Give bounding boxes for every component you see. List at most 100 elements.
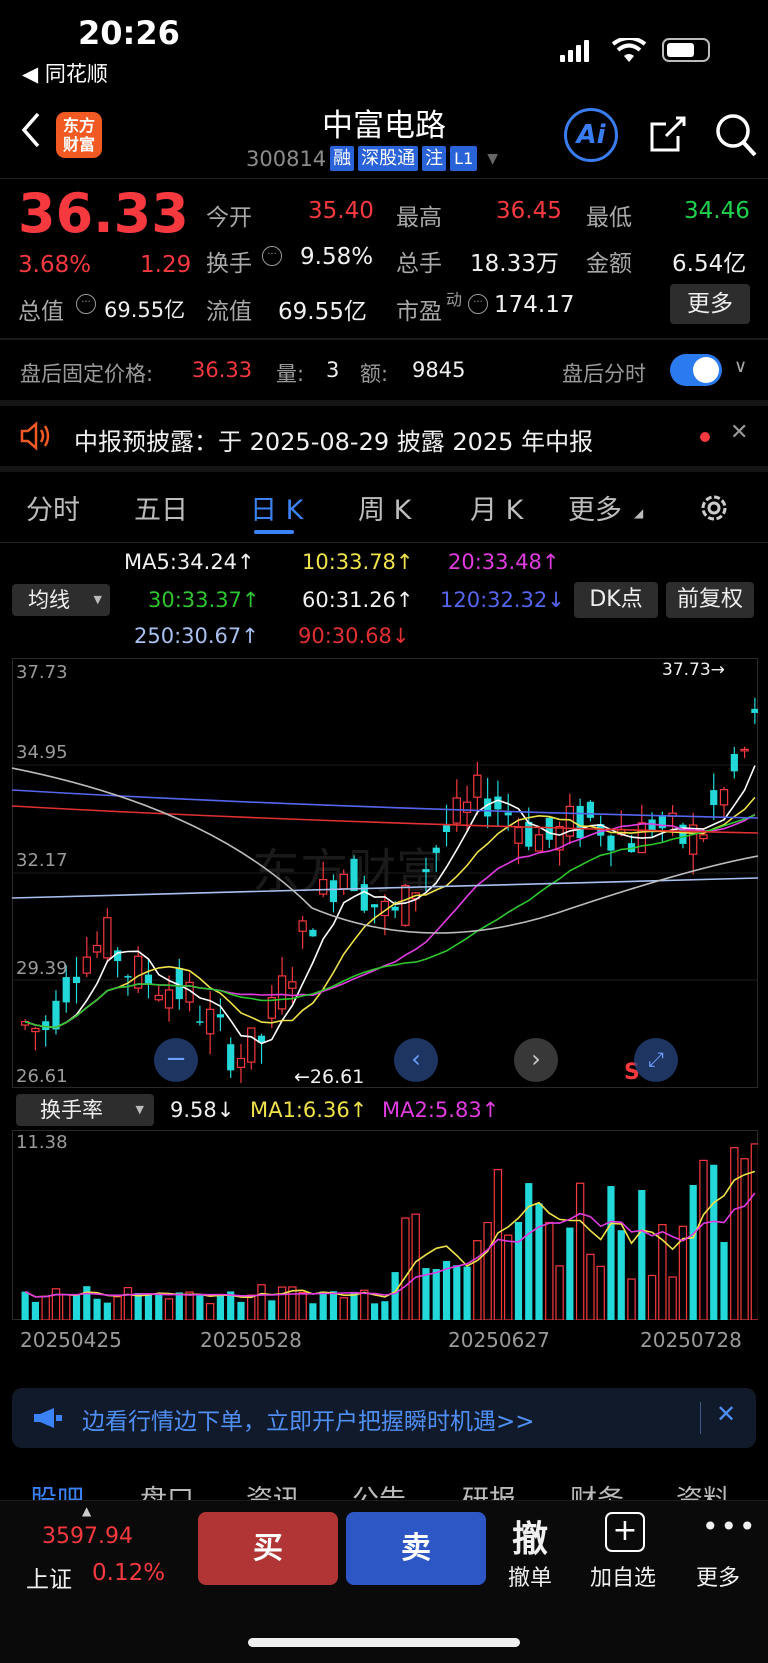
chevron-down-icon[interactable]: ∨ xyxy=(734,356,747,377)
turnover-bar xyxy=(205,1303,215,1320)
stock-code-row: 300814 融 深股通 注 L1 ▼ xyxy=(246,146,498,171)
price-adjust-button[interactable]: 前复权 xyxy=(666,582,754,618)
tag-connect: 深股通 xyxy=(358,146,419,171)
turnover-bar xyxy=(750,1143,758,1320)
candle-body xyxy=(133,955,143,989)
buy-button[interactable]: 买 xyxy=(198,1512,338,1585)
tab-weekly-k[interactable]: 周 K xyxy=(358,488,411,527)
scroll-left-button[interactable]: ‹ xyxy=(394,1038,438,1082)
add-watchlist-label[interactable]: 加自选 xyxy=(590,1560,656,1592)
info-icon[interactable]: ··· xyxy=(262,246,282,266)
turnover-bar xyxy=(473,1240,482,1320)
ma5-value: MA5:34.24↑ xyxy=(124,550,255,574)
banner-text: 边看行情边下单，立即开户把握瞬时机遇>> xyxy=(82,1409,535,1435)
dropdown-arrow-icon[interactable]: ▼ xyxy=(487,151,498,167)
candle-body xyxy=(329,880,338,903)
back-to-app-link[interactable]: ◀ 同花顺 xyxy=(22,58,108,88)
turnover-bar xyxy=(93,1298,101,1320)
turnover-bar xyxy=(391,1272,399,1320)
turnover-bar xyxy=(617,1230,625,1320)
candle-body xyxy=(432,847,440,853)
ma-select-label: 均线 xyxy=(28,588,70,612)
sub-ma2-value: MA2:5.83↑ xyxy=(382,1098,500,1122)
add-watchlist-icon[interactable]: + xyxy=(605,1512,645,1552)
index-value[interactable]: 3597.94 xyxy=(42,1524,133,1549)
ma20-value: 20:33.48↑ xyxy=(448,550,560,574)
ma10-line xyxy=(24,796,756,1029)
ma90-line xyxy=(12,805,758,834)
ai-button[interactable]: Ai xyxy=(564,108,618,162)
after-hours-toggle[interactable] xyxy=(670,354,722,386)
cancel-order-icon[interactable]: 撤 xyxy=(512,1510,548,1562)
candle-body xyxy=(318,878,328,895)
banner-close-icon[interactable]: ✕ xyxy=(716,1400,736,1428)
candle-body xyxy=(309,929,317,937)
index-name[interactable]: 上证 xyxy=(26,1560,72,1594)
zoom-out-button[interactable]: − xyxy=(154,1038,198,1082)
search-icon[interactable] xyxy=(714,112,758,158)
turnover-chart[interactable] xyxy=(12,1130,758,1320)
tab-intraday[interactable]: 分时 xyxy=(26,488,80,527)
ma60-value: 60:31.26↑ xyxy=(302,588,414,612)
low-value: 34.46 xyxy=(684,198,750,224)
sub-indicator-select[interactable]: 换手率 ▼ xyxy=(16,1094,154,1126)
tab-monthly-k[interactable]: 月 K xyxy=(470,488,523,527)
share-icon[interactable] xyxy=(646,114,688,156)
candle-body xyxy=(205,1008,215,1035)
turnover-bar xyxy=(51,1288,61,1320)
tab-profile[interactable]: 资料 xyxy=(676,1478,730,1500)
turnover-bar xyxy=(401,1217,410,1320)
info-icon[interactable]: ··· xyxy=(468,294,488,314)
turnover-bar xyxy=(370,1303,379,1320)
tab-orderbook[interactable]: 盘口 xyxy=(140,1478,194,1500)
tab-research[interactable]: 研报 xyxy=(462,1478,516,1500)
ma10-value: 10:33.78↑ xyxy=(302,550,414,574)
notice-close-icon[interactable]: ✕ xyxy=(730,420,748,445)
candle-body xyxy=(607,835,615,851)
turnover-bar xyxy=(381,1301,389,1320)
speaker-icon xyxy=(20,421,50,451)
scroll-right-button[interactable]: › xyxy=(514,1038,558,1082)
more-quote-button[interactable]: 更多 xyxy=(670,284,750,324)
candle-body xyxy=(164,989,174,1009)
settings-gear-icon[interactable] xyxy=(696,490,732,526)
tab-five-day[interactable]: 五日 xyxy=(134,488,188,527)
open-account-banner[interactable]: 边看行情边下单，立即开户把握瞬时机遇>> ✕ xyxy=(12,1388,756,1448)
kline-chart[interactable]: 东方财富 xyxy=(12,658,758,1088)
tab-announcements[interactable]: 公告 xyxy=(352,1478,406,1500)
more-label[interactable]: 更多 xyxy=(696,1560,740,1592)
candle-body xyxy=(422,869,430,873)
tab-news[interactable]: 资讯 xyxy=(246,1478,300,1500)
megaphone-icon xyxy=(34,1408,62,1428)
turnover-bar xyxy=(175,1292,183,1320)
tab-more[interactable]: 更多 xyxy=(568,488,622,527)
notice-text[interactable]: 中报预披露：于 2025-08-29 披露 2025 年中报 xyxy=(74,422,593,457)
turnover-bar xyxy=(596,1265,605,1320)
info-icon[interactable]: ··· xyxy=(76,294,96,314)
ma90-value: 90:30.68↓ xyxy=(298,624,410,648)
ma120-line xyxy=(12,789,758,819)
cancel-order-label[interactable]: 撤单 xyxy=(508,1560,552,1592)
candle-body xyxy=(401,885,410,926)
fullscreen-button[interactable]: ⤢ xyxy=(634,1038,678,1082)
tab-financials[interactable]: 财务 xyxy=(570,1478,624,1500)
candle-body xyxy=(154,994,163,1001)
candle-body xyxy=(391,906,399,911)
mktcap-label: 总值 xyxy=(18,299,64,325)
turnover-bar xyxy=(545,1221,554,1320)
open-value: 35.40 xyxy=(308,198,374,224)
turnover-bar xyxy=(575,1182,585,1320)
turnover-bar xyxy=(638,1190,646,1320)
tab-forum[interactable]: 股吧 xyxy=(30,1478,84,1500)
turnover-bar xyxy=(493,1169,503,1320)
sell-button[interactable]: 卖 xyxy=(346,1512,486,1585)
more-dots-icon[interactable]: ••• xyxy=(702,1510,758,1543)
tab-daily-k[interactable]: 日 K xyxy=(250,488,303,527)
amount-label: 金额 xyxy=(586,251,632,277)
index-percent[interactable]: 0.12% xyxy=(92,1560,165,1586)
turnover-ma-lines xyxy=(24,1170,756,1299)
dk-points-button[interactable]: DK点 xyxy=(574,582,658,618)
ma-select[interactable]: 均线 ▼ xyxy=(12,584,110,616)
turnover-bar xyxy=(319,1291,327,1320)
candle-body xyxy=(288,981,297,989)
